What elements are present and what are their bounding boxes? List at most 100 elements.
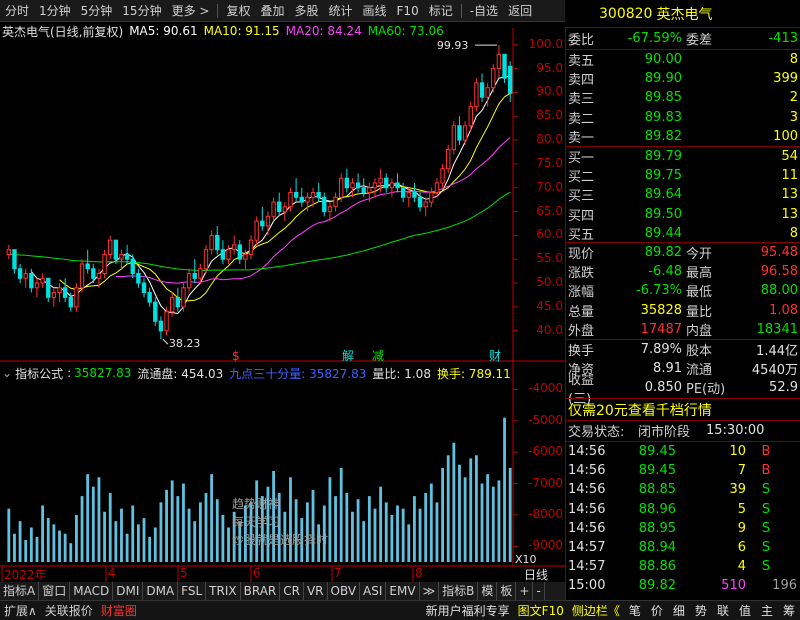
event-marker[interactable]: 财 bbox=[489, 349, 501, 363]
promo-row: 仅需20元查看千档行情 bbox=[566, 400, 800, 419]
quote-row: 涨跌 -6.48 最高 96.58 bbox=[566, 262, 800, 281]
tick-time: 14:57 bbox=[568, 559, 606, 575]
volume-bar bbox=[86, 474, 90, 562]
tick-volume: 7 bbox=[737, 463, 746, 479]
bid-volume: 8 bbox=[789, 225, 798, 241]
ask-price: 89.85 bbox=[644, 90, 682, 106]
volume-bar bbox=[294, 499, 298, 562]
status-right-2[interactable]: 侧边栏《 bbox=[568, 601, 624, 620]
volume-bar bbox=[345, 492, 349, 562]
fundamental-value: 8.91 bbox=[653, 361, 682, 377]
collapse-icon[interactable]: ⌄ bbox=[2, 366, 12, 380]
candle-body bbox=[293, 192, 299, 198]
quote-label: 量比 bbox=[686, 304, 713, 320]
candle-body bbox=[327, 206, 333, 213]
indicator-tab-16[interactable]: 板 bbox=[497, 582, 517, 600]
side-tab-0[interactable]: 笔 bbox=[624, 601, 646, 620]
side-tab-4[interactable]: 联 bbox=[712, 601, 734, 620]
candle-body bbox=[29, 273, 34, 289]
indicator-tab-11[interactable]: ASI bbox=[360, 582, 387, 600]
volume-bar bbox=[339, 467, 343, 562]
tick-time: 14:56 bbox=[568, 482, 606, 498]
status-item-0[interactable]: 扩展∧ bbox=[0, 601, 41, 620]
volume-bar bbox=[463, 477, 467, 562]
event-marker[interactable]: 解 bbox=[342, 349, 354, 363]
quote-value: 18341 bbox=[756, 321, 798, 337]
candle-body bbox=[468, 106, 473, 127]
quote-value: 89.82 bbox=[644, 245, 682, 260]
indicator-tab-18[interactable]: - bbox=[533, 582, 545, 600]
indicator-tab-3[interactable]: DMI bbox=[113, 582, 144, 600]
ask-row: 卖一 89.82 100 bbox=[566, 127, 800, 146]
indicator-tab-0[interactable]: 指标A bbox=[0, 582, 40, 600]
bid-row: 买五 89.44 8 bbox=[566, 224, 800, 243]
event-marker[interactable]: 减 bbox=[372, 349, 384, 363]
indicator-name[interactable]: 指标公式 bbox=[15, 365, 63, 382]
fundamental-value: 0.850 bbox=[644, 380, 682, 396]
indicator-tab-7[interactable]: BRAR bbox=[241, 582, 281, 600]
price-tick-label: 95.0 bbox=[536, 60, 563, 75]
indicator-tab-12[interactable]: EMV bbox=[386, 582, 420, 600]
indicator-tab-14[interactable]: 指标B bbox=[439, 582, 479, 600]
tick-side: B bbox=[761, 444, 771, 459]
side-tab-6[interactable]: 主 bbox=[756, 601, 778, 620]
indicator-tab-6[interactable]: TRIX bbox=[206, 582, 241, 600]
side-tab-2[interactable]: 细 bbox=[668, 601, 690, 620]
side-tab-3[interactable]: 势 bbox=[690, 601, 712, 620]
candle-body bbox=[62, 287, 68, 298]
indicator-v1: 35827.83 bbox=[74, 366, 132, 380]
status-right-1[interactable]: 图文F10 bbox=[514, 601, 568, 620]
tick-price: 89.82 bbox=[638, 578, 676, 594]
volume-bar bbox=[227, 527, 230, 562]
volume-bar bbox=[491, 486, 495, 562]
status-item-2[interactable]: 财富圈 bbox=[97, 601, 141, 620]
candle-body bbox=[277, 201, 282, 213]
quote-label: 涨跌 bbox=[568, 266, 595, 282]
quote-label: 现价 bbox=[568, 247, 595, 262]
indicator-tab-13[interactable]: ≫ bbox=[420, 582, 440, 600]
bid-row: 买一 89.79 54 bbox=[566, 147, 800, 166]
indicator-tab-10[interactable]: OBV bbox=[328, 582, 361, 600]
volume-bar bbox=[125, 533, 129, 562]
indicator-lb: 量比: 1.08 bbox=[372, 366, 431, 381]
side-tab-7[interactable]: 筹 bbox=[778, 601, 800, 620]
indicator-title: ⌄ 指标公式 : 35827.83 流通盘: 454.03 九点三十分量: 35… bbox=[2, 364, 511, 382]
indicator-tab-17[interactable]: + bbox=[516, 582, 534, 600]
side-tab-1[interactable]: 价 bbox=[646, 601, 668, 620]
indicator-tick-label: -5000 bbox=[528, 412, 563, 427]
indicator-tab-9[interactable]: VR bbox=[304, 582, 328, 600]
candle-body bbox=[254, 220, 259, 241]
price-tick-label: 85.0 bbox=[536, 108, 563, 123]
tick-time: 14:56 bbox=[568, 444, 606, 459]
volume-bar bbox=[210, 474, 214, 562]
kline-chart[interactable]: 99.9338.23$ 解减财X10趋势财神每天学习炒股就是选股择时 bbox=[0, 0, 565, 582]
event-marker[interactable]: $ bbox=[232, 349, 240, 363]
status-item-1[interactable]: 关联报价 bbox=[41, 601, 97, 620]
bid-price: 89.75 bbox=[644, 168, 682, 184]
volume-bar bbox=[159, 502, 163, 562]
volume-bar bbox=[497, 480, 501, 562]
indicator-tab-4[interactable]: DMA bbox=[143, 582, 179, 600]
fundamental-value: 7.89% bbox=[640, 342, 682, 357]
side-tab-5[interactable]: 值 bbox=[734, 601, 756, 620]
tick-volume: 510 bbox=[721, 578, 746, 594]
candle-body bbox=[147, 292, 152, 303]
volume-bar bbox=[176, 496, 180, 562]
weicha-label: 委差 bbox=[686, 33, 713, 48]
status-right-0[interactable]: 新用户福利专享 bbox=[422, 601, 514, 620]
ma20-line bbox=[115, 137, 511, 284]
promo-link[interactable]: 仅需20元查看千档行情 bbox=[568, 400, 712, 420]
indicator-tab-5[interactable]: FSL bbox=[178, 582, 207, 600]
volume-bar bbox=[407, 524, 411, 562]
volume-bar bbox=[170, 480, 174, 562]
indicator-tab-8[interactable]: CR bbox=[280, 582, 304, 600]
indicator-tabs: 指标A 窗口 MACD DMI DMA FSL TRIX BRAR CR VR OBV ASI EMV ≫… bbox=[0, 582, 565, 600]
volume-bar bbox=[328, 477, 332, 562]
price-tick-label: 65.0 bbox=[536, 203, 563, 218]
period-label[interactable]: 日线 bbox=[524, 566, 548, 583]
indicator-tab-1[interactable]: 窗口 bbox=[39, 582, 71, 600]
candle-body bbox=[12, 249, 17, 270]
indicator-tab-2[interactable]: MACD bbox=[70, 582, 114, 600]
trade-status-row: 交易状态: 闭市阶段 15:30:00 bbox=[566, 421, 800, 440]
indicator-tab-15[interactable]: 模 bbox=[478, 582, 498, 600]
